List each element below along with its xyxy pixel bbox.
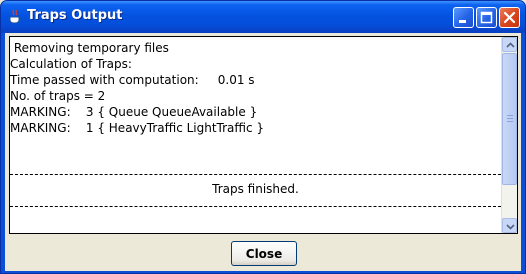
output-line: No. of traps = 2 bbox=[10, 89, 106, 103]
vertical-scrollbar[interactable] bbox=[501, 37, 517, 233]
status-message: Traps finished. bbox=[212, 182, 299, 196]
output-text-area[interactable]: Removing temporary files Calculation of … bbox=[9, 36, 518, 234]
minimize-button[interactable] bbox=[453, 7, 474, 28]
scroll-up-button[interactable] bbox=[502, 37, 517, 52]
java-coffee-cup-icon[interactable] bbox=[7, 9, 23, 25]
window-client-area: Removing temporary files Calculation of … bbox=[5, 33, 521, 271]
output-line: MARKING: 1 { HeavyTraffic LightTraffic } bbox=[10, 121, 265, 135]
output-line: MARKING: 3 { Queue QueueAvailable } bbox=[10, 105, 258, 119]
output-line: Removing temporary files bbox=[10, 41, 169, 55]
output-line: Time passed with computation: 0.01 s bbox=[10, 73, 255, 87]
maximize-button[interactable] bbox=[476, 7, 497, 28]
window-title: Traps Output bbox=[27, 8, 123, 23]
scroll-down-button[interactable] bbox=[502, 218, 517, 233]
separator-bottom bbox=[10, 206, 501, 207]
minimize-icon bbox=[459, 20, 466, 23]
output-lines: Removing temporary files Calculation of … bbox=[10, 40, 500, 136]
maximize-icon bbox=[480, 11, 493, 24]
close-icon bbox=[503, 11, 516, 24]
thumb-grip bbox=[507, 118, 513, 119]
thumb-grip bbox=[507, 121, 513, 122]
scroll-thumb[interactable] bbox=[502, 53, 517, 185]
title-bar[interactable]: Traps Output bbox=[1, 1, 525, 33]
arrow-down-icon bbox=[506, 224, 515, 230]
output-line: Calculation of Traps: bbox=[10, 57, 132, 71]
close-window-button[interactable] bbox=[499, 7, 520, 28]
traps-output-window: Traps Output Removing temporary files Ca… bbox=[0, 0, 526, 274]
separator-top bbox=[10, 174, 501, 175]
thumb-grip bbox=[507, 115, 513, 116]
close-button[interactable]: Close bbox=[231, 241, 297, 266]
arrow-up-icon bbox=[506, 42, 515, 48]
